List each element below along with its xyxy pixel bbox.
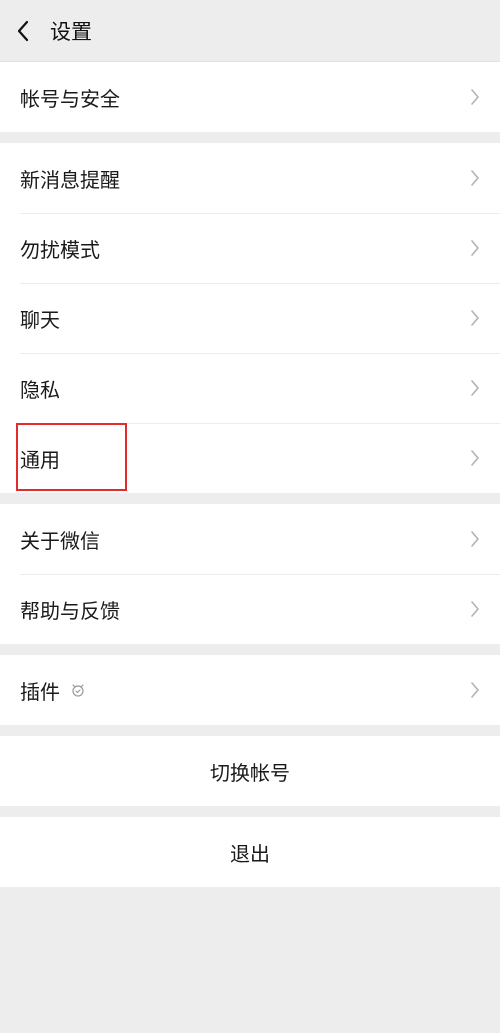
group-separator: [0, 725, 500, 736]
row-label: 帮助与反馈: [20, 598, 120, 623]
chevron-right-icon: [471, 89, 479, 105]
row-label: 帐号与安全: [20, 86, 120, 111]
chevron-right-icon: [471, 450, 479, 466]
row-new-message-alert[interactable]: 新消息提醒: [0, 143, 500, 213]
group-messages: 新消息提醒 勿扰模式 聊天 隐私 通用: [0, 143, 500, 493]
page-title: 设置: [50, 19, 92, 44]
group-separator: [0, 132, 500, 143]
chevron-right-icon: [471, 601, 479, 617]
row-label: 勿扰模式: [20, 237, 100, 262]
chevron-right-icon: [471, 531, 479, 547]
row-label: 新消息提醒: [20, 167, 120, 192]
row-label-wrap: 插件: [20, 676, 470, 705]
row-do-not-disturb[interactable]: 勿扰模式: [0, 213, 500, 283]
chevron-right-icon: [471, 310, 479, 326]
chevron-right-icon: [471, 170, 479, 186]
group-separator: [0, 493, 500, 504]
top-bar: 设置: [0, 0, 500, 62]
group-account: 帐号与安全: [0, 62, 500, 132]
row-about-wechat[interactable]: 关于微信: [0, 504, 500, 574]
group-about: 关于微信 帮助与反馈: [0, 504, 500, 644]
row-general[interactable]: 通用: [0, 423, 500, 493]
back-button[interactable]: [0, 0, 46, 62]
chevron-left-icon: [17, 20, 29, 41]
chevron-right-icon: [471, 240, 479, 256]
group-plugins: 插件: [0, 655, 500, 725]
row-label: 关于微信: [20, 528, 100, 553]
row-plugins[interactable]: 插件: [0, 655, 500, 725]
row-label: 通用: [20, 447, 60, 472]
row-chat[interactable]: 聊天: [0, 283, 500, 353]
row-privacy[interactable]: 隐私: [0, 353, 500, 423]
logout-button[interactable]: 退出: [0, 817, 500, 887]
group-separator: [0, 806, 500, 817]
row-label: 插件: [20, 679, 60, 704]
row-label: 聊天: [20, 307, 60, 332]
group-separator: [0, 644, 500, 655]
switch-account-button[interactable]: 切换帐号: [0, 736, 500, 806]
row-help-feedback[interactable]: 帮助与反馈: [0, 574, 500, 644]
row-label: 隐私: [20, 377, 60, 402]
row-account-security[interactable]: 帐号与安全: [0, 62, 500, 132]
chevron-right-icon: [471, 682, 479, 698]
plugin-icon: [72, 684, 84, 697]
chevron-right-icon: [471, 380, 479, 396]
